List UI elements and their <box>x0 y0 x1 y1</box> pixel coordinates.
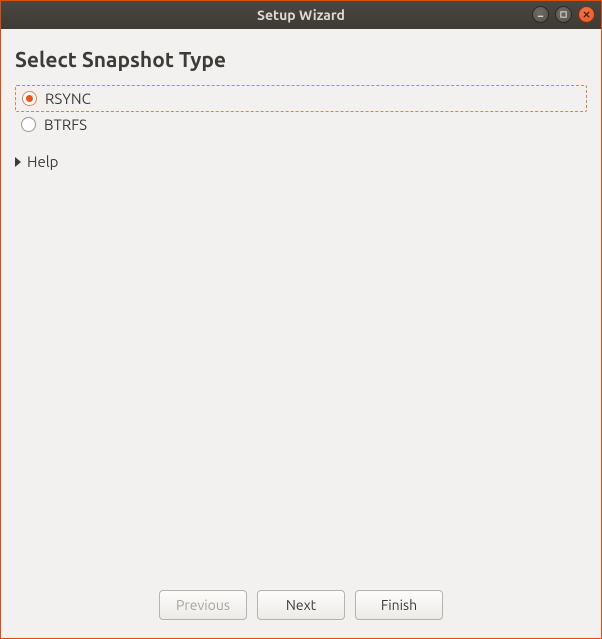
help-expander[interactable]: Help <box>15 151 587 172</box>
window-title: Setup Wizard <box>257 7 345 23</box>
next-button[interactable]: Next <box>257 590 345 620</box>
close-button[interactable] <box>578 6 595 23</box>
window-controls <box>532 6 595 23</box>
previous-button[interactable]: Previous <box>159 590 247 620</box>
chevron-right-icon <box>15 157 21 167</box>
footer-buttons: Previous Next Finish <box>1 576 601 638</box>
finish-button[interactable]: Finish <box>355 590 443 620</box>
option-rsync[interactable]: RSYNC <box>15 85 587 112</box>
titlebar: Setup Wizard <box>1 1 601 29</box>
page-title: Select Snapshot Type <box>15 47 587 71</box>
option-rsync-label: RSYNC <box>45 90 91 107</box>
radio-icon <box>22 91 37 106</box>
snapshot-type-options: RSYNC BTRFS <box>15 85 587 137</box>
minimize-button[interactable] <box>532 6 549 23</box>
content-area: Select Snapshot Type RSYNC BTRFS Help <box>1 29 601 576</box>
option-btrfs-label: BTRFS <box>44 116 87 133</box>
help-expander-label: Help <box>27 153 58 170</box>
minimize-icon <box>536 10 545 19</box>
maximize-button[interactable] <box>555 6 572 23</box>
radio-icon <box>21 117 36 132</box>
maximize-icon <box>559 10 568 19</box>
close-icon <box>582 10 591 19</box>
option-btrfs[interactable]: BTRFS <box>15 112 587 137</box>
